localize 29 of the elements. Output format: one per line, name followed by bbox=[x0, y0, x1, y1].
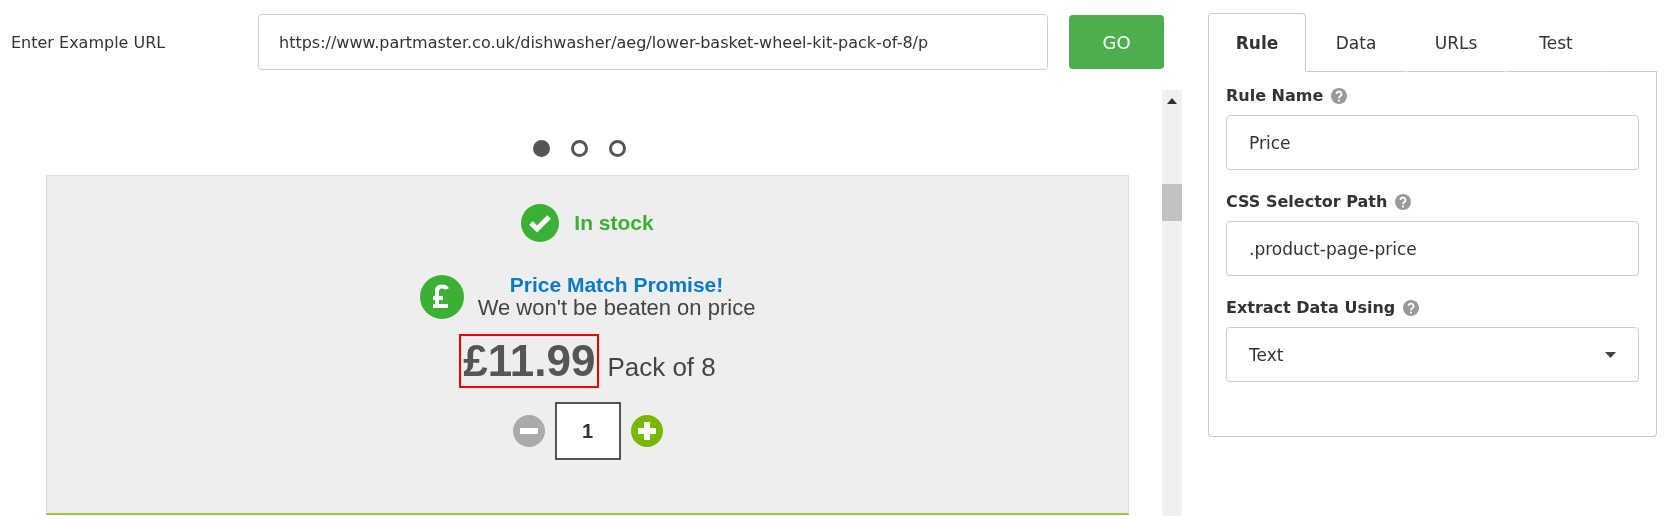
scroll-up-icon[interactable] bbox=[1167, 98, 1177, 104]
check-icon bbox=[521, 204, 560, 242]
caret-icon bbox=[1605, 351, 1616, 358]
url-field[interactable]: https://www.partmaster.co.uk/dishwasher/aeg/lower-basket-wheel-kit-pack-of-8/p bbox=[258, 14, 1048, 70]
scrollbar-thumb[interactable] bbox=[1162, 184, 1182, 221]
quantity-field[interactable]: 1 bbox=[554, 402, 621, 460]
pound-icon bbox=[419, 275, 464, 319]
url-label: Enter Example URL bbox=[10, 32, 167, 52]
tab[interactable]: Rule bbox=[1208, 13, 1306, 72]
promise-title: Price Match Promise! bbox=[509, 274, 724, 296]
field-label: Extract Data Using bbox=[1226, 298, 1396, 317]
text-field[interactable]: Price bbox=[1226, 115, 1639, 170]
help-icon[interactable] bbox=[1331, 87, 1348, 104]
text-field[interactable]: .product-page-price bbox=[1226, 221, 1639, 276]
stock-status: In stock bbox=[574, 211, 654, 235]
carousel-dot[interactable] bbox=[609, 140, 626, 157]
price: £11.99 bbox=[459, 334, 600, 388]
help-icon[interactable] bbox=[1395, 193, 1412, 210]
promise-text: We won't be beaten on price bbox=[477, 296, 756, 320]
help-icon[interactable] bbox=[1403, 299, 1420, 316]
field-label: Rule Name bbox=[1226, 86, 1324, 105]
minus-icon[interactable] bbox=[512, 415, 545, 447]
pack-size: Pack of 8 bbox=[607, 352, 716, 383]
plus-icon[interactable] bbox=[630, 415, 663, 447]
field-label: CSS Selector Path bbox=[1226, 192, 1388, 211]
carousel-dot[interactable] bbox=[533, 140, 550, 157]
scrollbar[interactable] bbox=[1162, 90, 1182, 516]
carousel-dot[interactable] bbox=[571, 140, 588, 157]
extract-dropdown[interactable]: Text bbox=[1226, 327, 1639, 382]
